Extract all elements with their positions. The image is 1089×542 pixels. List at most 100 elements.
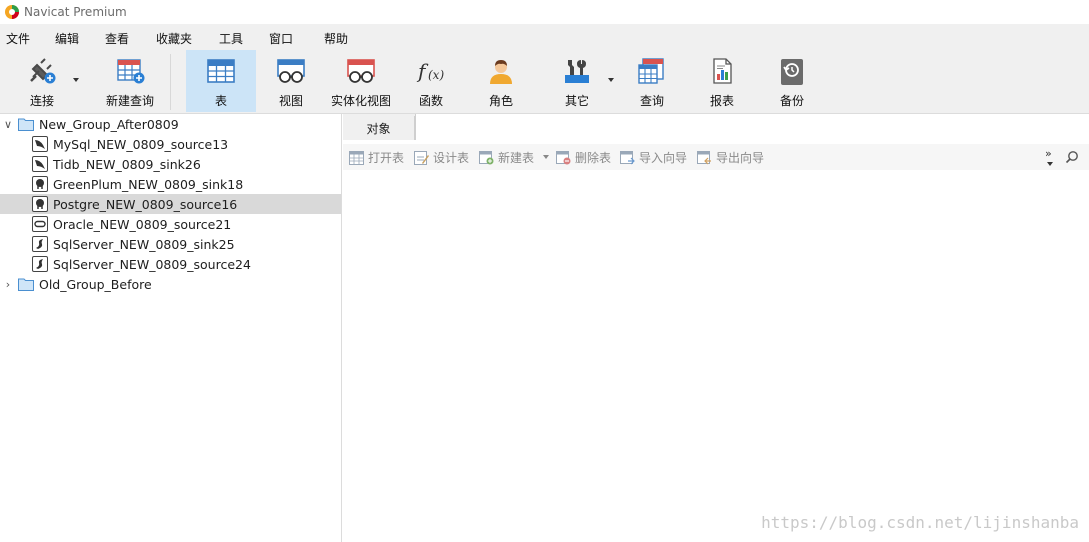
expand-chevron-icon[interactable]: ›: [0, 278, 16, 291]
query-button[interactable]: 查询: [624, 50, 680, 112]
new-table-dropdown-icon[interactable]: [543, 155, 549, 159]
function-fx-icon: f (x): [416, 59, 444, 83]
tree-connection-tidb[interactable]: Tidb_NEW_0809_sink26: [0, 154, 341, 174]
tree-connection-label: SqlServer_NEW_0809_source24: [53, 256, 251, 272]
import-wizard-label: 导入向导: [639, 151, 688, 165]
tree-connection-greenplum[interactable]: GreenPlum_NEW_0809_sink18: [0, 174, 341, 194]
menu-help[interactable]: 帮助: [324, 30, 348, 47]
design-table-label: 设计表: [433, 151, 470, 165]
report-icon: [713, 58, 732, 84]
export-wizard-icon: [697, 150, 711, 164]
menu-bar: 文件 编辑 查看 收藏夹 工具 窗口 帮助: [0, 24, 1089, 50]
folder-icon: [18, 118, 34, 131]
table-button[interactable]: 表: [186, 50, 256, 112]
query-icon: [638, 58, 664, 84]
connect-button[interactable]: 连接: [14, 50, 70, 112]
function-label: 函数: [418, 94, 443, 108]
object-toolbar: 打开表 设计表 新建表 删除表 导入向导 导出向导 »: [343, 144, 1089, 170]
tab-strip-blank: [415, 114, 1089, 140]
svg-text:(x): (x): [428, 68, 444, 82]
backup-icon: [781, 59, 803, 85]
main-toolbar: 连接 新建查询 表 视图 实体化视图 f (x) 函数 角色 其它 查询 报表 …: [0, 50, 1089, 114]
postgres-elephant-icon: [32, 176, 48, 192]
search-icon[interactable]: [1065, 150, 1079, 164]
delete-table-button[interactable]: 删除表: [556, 149, 611, 166]
connect-dropdown-arrow-icon[interactable]: [73, 78, 79, 82]
sqlserver-icon: [32, 236, 48, 252]
tab-objects[interactable]: 对象: [343, 116, 415, 140]
new-query-button[interactable]: 新建查询: [88, 50, 172, 112]
table-label: 表: [214, 94, 227, 108]
report-label: 报表: [709, 94, 734, 108]
navicat-logo-icon: [5, 5, 19, 19]
other-label: 其它: [564, 94, 589, 108]
menu-window[interactable]: 窗口: [269, 30, 293, 47]
tree-connection-label: SqlServer_NEW_0809_sink25: [53, 236, 235, 252]
materialized-view-button[interactable]: 实体化视图: [326, 50, 396, 112]
tab-strip: 对象: [343, 114, 1089, 140]
export-wizard-button[interactable]: 导出向导: [697, 149, 764, 166]
new-table-button[interactable]: 新建表: [479, 149, 534, 166]
tree-connection-label: MySql_NEW_0809_source13: [53, 136, 229, 152]
other-button[interactable]: 其它: [548, 50, 606, 112]
import-wizard-icon: [620, 150, 635, 164]
view-label: 视图: [278, 94, 303, 108]
open-table-label: 打开表: [368, 151, 405, 165]
tree-connection-label: Postgre_NEW_0809_source16: [53, 196, 238, 212]
new-table-label: 新建表: [498, 151, 535, 165]
object-pane: 对象 打开表 设计表 新建表 删除表 导入向导 导出向导 »: [343, 114, 1089, 542]
collapse-chevron-icon[interactable]: ∨: [0, 118, 16, 131]
import-wizard-button[interactable]: 导入向导: [620, 149, 687, 166]
open-table-icon: [349, 150, 364, 165]
tree-connection-label: Oracle_NEW_0809_source21: [53, 216, 232, 232]
tree-connection-sqlserver-source[interactable]: SqlServer_NEW_0809_source24: [0, 254, 341, 274]
other-dropdown-arrow-icon[interactable]: [608, 78, 614, 82]
role-label: 角色: [488, 94, 513, 108]
function-button[interactable]: f (x) 函数: [402, 50, 460, 112]
materialized-view-label: 实体化视图: [330, 94, 391, 108]
menu-tools[interactable]: 工具: [219, 30, 243, 47]
window-title: Navicat Premium: [24, 5, 127, 19]
tidb-dolphin-icon: [32, 156, 48, 172]
toolbar-separator: [170, 54, 171, 110]
view-button[interactable]: 视图: [262, 50, 320, 112]
more-dropdown-icon[interactable]: [1047, 162, 1053, 166]
mysql-dolphin-icon: [32, 136, 48, 152]
user-role-icon: [490, 60, 512, 84]
query-label: 查询: [639, 94, 664, 108]
table-icon: [207, 59, 235, 83]
tools-icon: [565, 60, 589, 83]
more-chevron-icon[interactable]: »: [1045, 147, 1052, 160]
role-button[interactable]: 角色: [472, 50, 530, 112]
oracle-icon: [32, 216, 48, 232]
backup-label: 备份: [779, 94, 804, 108]
connect-label: 连接: [29, 94, 54, 108]
menu-file[interactable]: 文件: [6, 30, 30, 47]
tree-group-label: Old_Group_Before: [39, 276, 152, 292]
backup-button[interactable]: 备份: [764, 50, 820, 112]
tree-group-label: New_Group_After0809: [39, 116, 179, 132]
delete-table-label: 删除表: [575, 151, 612, 165]
menu-favorites[interactable]: 收藏夹: [156, 30, 192, 47]
materialized-view-icon: [347, 59, 375, 83]
report-button[interactable]: 报表: [694, 50, 750, 112]
tree-connection-label: Tidb_NEW_0809_sink26: [53, 156, 201, 172]
new-query-label: 新建查询: [105, 94, 154, 108]
delete-table-icon: [556, 150, 571, 164]
open-table-button[interactable]: 打开表: [349, 149, 404, 166]
folder-icon: [18, 278, 34, 291]
menu-view[interactable]: 查看: [105, 30, 129, 47]
menu-edit[interactable]: 编辑: [55, 30, 79, 47]
tree-group-new[interactable]: ∨ New_Group_After0809: [0, 114, 341, 134]
export-wizard-label: 导出向导: [716, 151, 765, 165]
tree-connection-oracle[interactable]: Oracle_NEW_0809_source21: [0, 214, 341, 234]
tree-connection-mysql[interactable]: MySql_NEW_0809_source13: [0, 134, 341, 154]
tree-group-old[interactable]: › Old_Group_Before: [0, 274, 341, 294]
design-table-button[interactable]: 设计表: [414, 149, 469, 166]
object-list-area[interactable]: [343, 170, 1089, 542]
title-bar: Navicat Premium: [0, 0, 1089, 24]
design-table-icon: [414, 150, 429, 165]
tree-connection-postgre[interactable]: Postgre_NEW_0809_source16: [0, 194, 341, 214]
tree-connection-sqlserver-sink[interactable]: SqlServer_NEW_0809_sink25: [0, 234, 341, 254]
watermark-url: https://blog.csdn.net/lijinshanba: [761, 513, 1079, 532]
